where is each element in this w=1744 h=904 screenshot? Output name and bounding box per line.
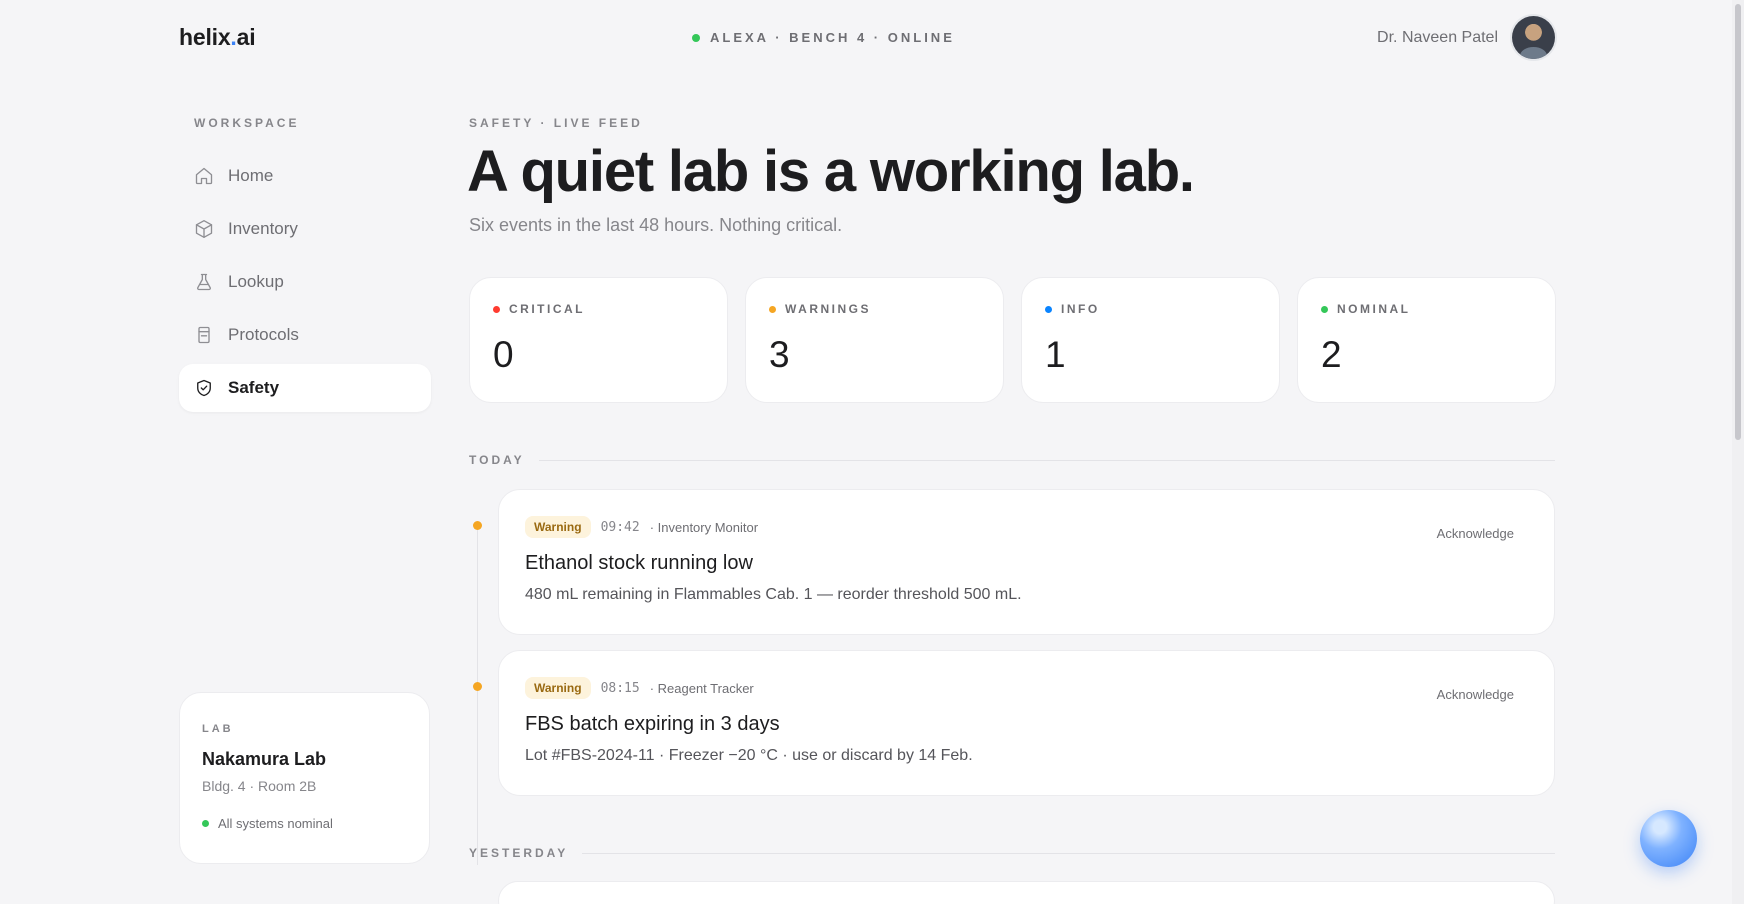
acknowledge-button[interactable]: Acknowledge [1437,526,1514,541]
user-name: Dr. Naveen Patel [1377,28,1498,46]
stat-card-warnings[interactable]: WARNINGS 3 [745,277,1004,403]
warning-dot-icon [769,305,776,313]
sidebar: WORKSPACE Home Inventory Lookup Protocol… [179,76,431,904]
home-icon [195,167,213,185]
lab-status-text: All systems nominal [218,816,333,831]
lab-card[interactable]: LAB Nakamura Lab Bldg. 4 · Room 2B All s… [179,692,430,864]
brand-suffix: ai [236,24,256,50]
group-label: TODAY [469,453,525,467]
top-bar: helix.ai ALEXA · BENCH 4 · ONLINE Dr. Na… [0,0,1744,76]
sidebar-item-protocols[interactable]: Protocols [179,311,431,359]
box-icon [195,220,213,238]
severity-badge: Warning [525,677,591,699]
stat-label: INFO [1061,302,1100,316]
lab-label: LAB [202,723,234,735]
divider [538,459,1555,461]
group-label: YESTERDAY [469,846,569,860]
assistant-orb-button[interactable] [1640,810,1697,867]
divider [582,852,1555,854]
event-title: Ethanol stock running low [525,552,753,574]
brand-logo[interactable]: helix.ai [179,24,256,51]
timeline-line [477,527,478,865]
clipboard-icon [198,326,210,344]
online-dot-icon [692,33,700,42]
sidebar-item-inventory[interactable]: Inventory [179,205,431,253]
acknowledge-button[interactable]: Acknowledge [1437,687,1514,702]
event-source: · Reagent Tracker [649,680,754,696]
status-dot-icon [202,820,209,827]
sidebar-section-label: WORKSPACE [194,116,300,130]
stat-label: WARNINGS [785,302,871,316]
sidebar-item-label: Inventory [228,219,298,238]
stat-label: CRITICAL [509,302,585,316]
event-time: 08:15 [600,680,640,696]
scrollbar-thumb[interactable] [1735,4,1741,440]
timeline-dot-icon [473,682,482,691]
critical-dot-icon [493,305,500,313]
event-time: 09:42 [600,519,640,535]
user-menu[interactable]: Dr. Naveen Patel [1377,16,1555,59]
group-header-yesterday: YESTERDAY [469,846,1555,860]
stat-card-nominal[interactable]: NOMINAL 2 [1297,277,1556,403]
page-eyebrow: SAFETY · LIVE FEED [469,116,643,130]
scrollbar[interactable] [1732,0,1744,904]
brand-name: helix [179,24,231,50]
stat-value: 0 [493,334,514,375]
sidebar-item-safety[interactable]: Safety [179,364,431,412]
stat-card-info[interactable]: INFO 1 [1021,277,1280,403]
device-status-text: ALEXA · BENCH 4 · ONLINE [710,30,955,45]
event-title: FBS batch expiring in 3 days [525,713,780,735]
timeline-dot-icon [473,521,482,530]
sidebar-item-label: Home [228,166,274,185]
stat-value: 2 [1321,334,1342,375]
stat-value: 3 [769,334,790,375]
sidebar-item-label: Protocols [228,325,299,344]
stats-row: CRITICAL 0 WARNINGS 3 INFO 1 NOMINAL 2 [469,277,1556,403]
shield-icon [197,379,211,397]
avatar[interactable] [1512,16,1555,59]
nominal-dot-icon [1321,305,1328,313]
sidebar-nav: Home Inventory Lookup Protocols Safety [179,152,431,417]
severity-badge: Warning [525,516,591,538]
event-card[interactable]: Warning 09:42 · Inventory Monitor Ethano… [498,489,1555,635]
sidebar-item-label: Lookup [228,272,284,291]
flask-icon [197,273,211,291]
lab-location: Bldg. 4 · Room 2B [202,778,317,794]
event-card[interactable] [498,881,1555,904]
page-subtitle: Six events in the last 48 hours. Nothing… [469,215,843,235]
event-card[interactable]: Warning 08:15 · Reagent Tracker FBS batc… [498,650,1555,796]
stat-card-critical[interactable]: CRITICAL 0 [469,277,728,403]
lab-name: Nakamura Lab [202,749,327,769]
device-status: ALEXA · BENCH 4 · ONLINE [692,30,955,45]
group-header-today: TODAY [469,453,1555,467]
sidebar-item-lookup[interactable]: Lookup [179,258,431,306]
page-title: A quiet lab is a working lab. [467,139,1195,204]
event-description: Lot #FBS-2024-11 · Freezer −20 °C · use … [525,747,973,764]
info-dot-icon [1045,305,1052,313]
event-source: · Inventory Monitor [649,519,759,535]
sidebar-item-label: Safety [228,378,280,397]
lab-status: All systems nominal [202,816,407,831]
stat-value: 1 [1045,334,1066,375]
stat-label: NOMINAL [1337,302,1411,316]
event-description: 480 mL remaining in Flammables Cab. 1 — … [525,586,1022,603]
sidebar-item-home[interactable]: Home [179,152,431,200]
